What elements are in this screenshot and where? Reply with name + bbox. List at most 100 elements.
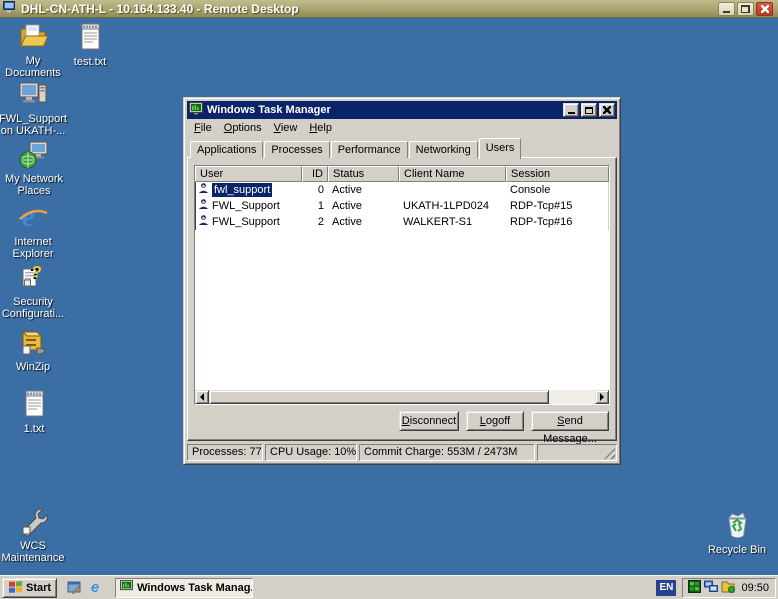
menu-bar: File Options View Help xyxy=(187,119,617,136)
session-id: 1 xyxy=(302,199,328,213)
tab-networking[interactable]: Networking xyxy=(409,141,478,158)
menu-options[interactable]: Options xyxy=(218,121,268,135)
tab-processes[interactable]: Processes xyxy=(264,141,329,158)
session-name: RDP-Tcp#16 xyxy=(506,215,609,229)
tab-users[interactable]: Users xyxy=(479,138,522,159)
action-buttons: Disconnect Logoff Send Message... xyxy=(194,411,610,431)
security-alert-icon[interactable] xyxy=(721,580,735,596)
user-icon xyxy=(198,198,209,214)
rdp-minimize-button[interactable] xyxy=(718,2,735,16)
user-name: FWL_Support xyxy=(212,199,280,213)
close-icon xyxy=(603,106,611,114)
tab-performance[interactable]: Performance xyxy=(331,141,408,158)
maximize-icon xyxy=(585,107,593,114)
minimize-icon xyxy=(568,112,575,114)
arrow-left-icon xyxy=(200,393,204,401)
desktop-icon-1-txt[interactable]: 1.txt xyxy=(0,388,70,435)
task-manager-icon xyxy=(120,580,133,595)
status-commit-charge: Commit Charge: 553M / 2473M xyxy=(359,444,535,461)
desktop-icon-security-configuration[interactable]: ?? Security Configurati... xyxy=(0,261,69,320)
svg-text:e: e xyxy=(22,202,34,233)
task-button-label: Windows Task Manag... xyxy=(137,582,253,594)
wrench-icon xyxy=(17,505,49,537)
lan-connection-icon[interactable] xyxy=(688,580,701,596)
internet-explorer-icon: e xyxy=(17,201,49,233)
start-button[interactable]: Start xyxy=(2,578,57,598)
session-id: 0 xyxy=(302,183,328,197)
desktop[interactable]: My Documents test.txt FWL_Support on UKA… xyxy=(0,18,778,575)
column-header-session[interactable]: Session xyxy=(506,166,609,182)
desktop-icon-recycle-bin[interactable]: Recycle Bin xyxy=(701,509,773,556)
menu-help[interactable]: Help xyxy=(303,121,338,135)
table-row[interactable]: FWL_Support 1 Active UKATH-1LPD024 RDP-T… xyxy=(195,198,609,214)
desktop-icon-fwl-support-rdp[interactable]: FWL_Support on UKATH-... xyxy=(0,78,69,137)
users-tab-panel: User ID Status Client Name Session fwl_s… xyxy=(187,157,617,441)
text-file-icon xyxy=(18,388,50,420)
minimize-icon xyxy=(723,11,730,13)
column-header-id[interactable]: ID xyxy=(302,166,328,182)
network-places-icon xyxy=(18,138,50,170)
desktop-icon-my-network-places[interactable]: My Network Places xyxy=(0,138,70,197)
desktop-icon-label: Internet Explorer xyxy=(0,236,69,260)
table-row[interactable]: fwl_support 0 Active Console xyxy=(195,182,609,198)
menu-file[interactable]: File xyxy=(188,121,218,135)
security-config-icon: ?? xyxy=(17,261,49,293)
client-name: UKATH-1LPD024 xyxy=(399,199,506,213)
desktop-icon-winzip[interactable]: WinZip xyxy=(0,326,69,373)
language-indicator[interactable]: EN xyxy=(656,580,676,596)
restore-icon xyxy=(741,5,750,13)
tab-applications[interactable]: Applications xyxy=(190,141,263,158)
rdp-connection-bar[interactable]: DHL-CN-ATH-L - 10.164.133.40 - Remote De… xyxy=(0,0,778,18)
desktop-icon-label: Security Configurati... xyxy=(0,296,69,320)
list-empty-area xyxy=(195,230,609,390)
remote-desktop-screen: DHL-CN-ATH-L - 10.164.133.40 - Remote De… xyxy=(0,0,778,599)
scrollbar-track[interactable] xyxy=(549,390,595,404)
column-header-client-name[interactable]: Client Name xyxy=(399,166,506,182)
windows-logo-icon xyxy=(8,580,23,596)
internet-explorer-icon[interactable]: e xyxy=(87,580,103,596)
quick-launch: e xyxy=(66,580,103,596)
session-name: RDP-Tcp#15 xyxy=(506,199,609,213)
winzip-icon xyxy=(17,326,49,358)
tab-strip: Applications Processes Performance Netwo… xyxy=(187,137,617,158)
horizontal-scrollbar[interactable] xyxy=(195,390,609,404)
start-button-label: Start xyxy=(26,582,51,594)
desktop-icon-internet-explorer[interactable]: e Internet Explorer xyxy=(0,201,69,260)
clock[interactable]: 09:50 xyxy=(741,582,769,594)
user-icon xyxy=(198,214,209,230)
task-manager-window: Windows Task Manager File Options View H… xyxy=(183,97,621,465)
desktop-icon-wcs-maintenance[interactable]: WCS Maintenance xyxy=(0,505,69,564)
window-minimize-button[interactable] xyxy=(563,103,579,117)
desktop-icon-label: test.txt xyxy=(74,56,106,68)
logoff-button[interactable]: Logoff xyxy=(466,411,524,431)
desktop-icon-test-txt[interactable]: test.txt xyxy=(54,21,126,68)
network-connections-icon[interactable] xyxy=(704,580,718,596)
window-close-button[interactable] xyxy=(599,103,615,117)
rdp-close-button[interactable] xyxy=(756,2,773,16)
desktop-icon-label: 1.txt xyxy=(24,423,45,435)
table-row[interactable]: FWL_Support 2 Active WALKERT-S1 RDP-Tcp#… xyxy=(195,214,609,230)
session-status: Active xyxy=(328,183,399,197)
window-maximize-button[interactable] xyxy=(581,103,597,117)
rdp-restore-button[interactable] xyxy=(737,2,754,16)
status-cpu-usage: CPU Usage: 10% xyxy=(265,444,357,461)
session-status: Active xyxy=(328,199,399,213)
scroll-left-button[interactable] xyxy=(195,390,209,404)
scrollbar-thumb[interactable] xyxy=(209,390,549,404)
column-header-status[interactable]: Status xyxy=(328,166,399,182)
user-icon xyxy=(198,182,209,198)
menu-view[interactable]: View xyxy=(268,121,304,135)
column-header-user[interactable]: User xyxy=(195,166,302,182)
session-id: 2 xyxy=(302,215,328,229)
window-title: Windows Task Manager xyxy=(207,104,561,116)
scroll-right-button[interactable] xyxy=(595,390,609,404)
show-desktop-icon[interactable] xyxy=(66,580,82,596)
send-message-button[interactable]: Send Message... xyxy=(531,411,609,431)
taskbar-task-manager-button[interactable]: Windows Task Manag... xyxy=(115,578,253,598)
desktop-icon-label: Recycle Bin xyxy=(708,544,766,556)
task-manager-titlebar[interactable]: Windows Task Manager xyxy=(187,101,617,119)
disconnect-button[interactable]: Disconnect xyxy=(399,411,459,431)
resize-grip[interactable] xyxy=(537,444,617,461)
users-list[interactable]: User ID Status Client Name Session fwl_s… xyxy=(194,165,610,405)
remote-desktop-icon xyxy=(3,1,17,17)
